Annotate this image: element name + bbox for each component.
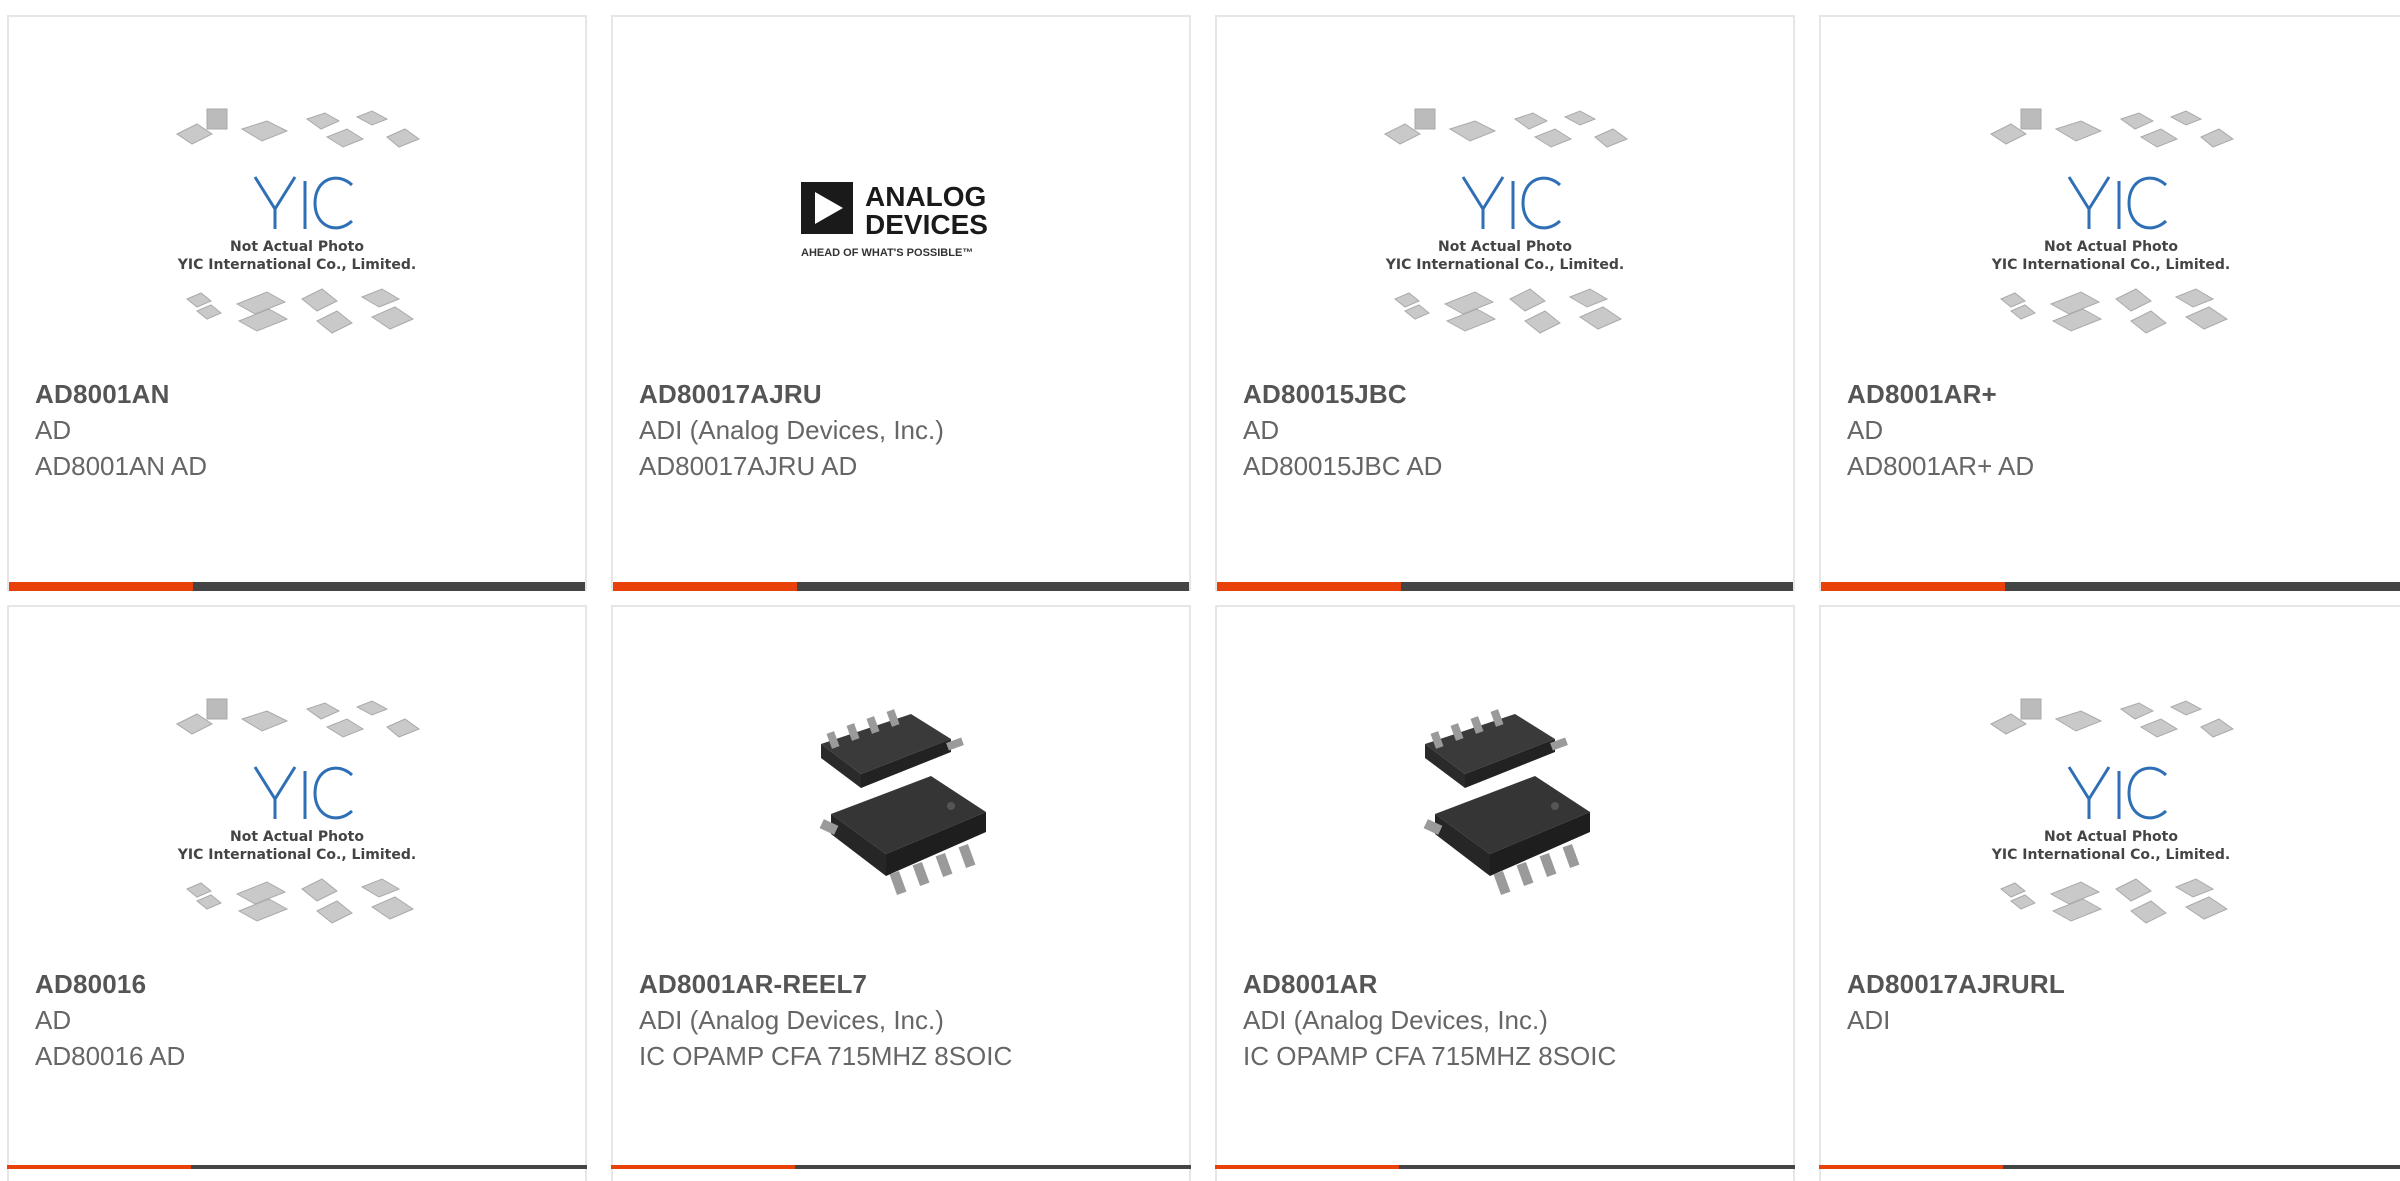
card-bar-accent — [1217, 582, 1401, 591]
part-number[interactable]: AD80016 — [35, 969, 146, 1000]
soic-chip-image — [613, 669, 1189, 949]
product-card[interactable]: Not Actual Photo YIC International Co., … — [1215, 15, 1795, 591]
description: AD8001AN AD — [35, 451, 207, 481]
card-bar — [7, 1165, 587, 1169]
card-bar-accent — [613, 582, 797, 591]
product-card[interactable]: Not Actual Photo YIC International Co., … — [7, 605, 587, 1181]
product-card[interactable]: Not Actual Photo YIC International Co., … — [1819, 15, 2400, 591]
svg-text:YIC International Co., Limited: YIC International Co., Limited. — [1990, 257, 2229, 273]
manufacturer: ADI (Analog Devices, Inc.) — [1243, 1005, 1548, 1035]
card-bar — [1215, 1165, 1795, 1169]
svg-text:AHEAD OF WHAT'S POSSIBLE™: AHEAD OF WHAT'S POSSIBLE™ — [801, 247, 973, 259]
description: IC OPAMP CFA 715MHZ 8SOIC — [1243, 1041, 1617, 1071]
soic-chip-image — [1217, 669, 1793, 949]
placeholder-image: Not Actual Photo YIC International Co., … — [9, 79, 585, 359]
card-bar — [613, 582, 1189, 591]
card-bar — [1821, 582, 2400, 591]
manufacturer: AD — [35, 1005, 72, 1035]
description: AD80017AJRU AD — [639, 451, 858, 481]
product-card[interactable]: Not Actual Photo YIC International Co., … — [7, 15, 587, 591]
placeholder-image: Not Actual Photo YIC International Co., … — [1821, 79, 2400, 359]
svg-text:Not Actual Photo: Not Actual Photo — [230, 829, 364, 845]
description: AD80015JBC AD — [1243, 451, 1443, 481]
part-number[interactable]: AD80017AJRURL — [1847, 969, 2065, 1000]
card-bar-accent — [1819, 1165, 2003, 1169]
svg-text:YIC International Co., Limited: YIC International Co., Limited. — [177, 847, 416, 863]
card-bar-accent — [7, 1165, 191, 1169]
card-bar — [9, 582, 585, 591]
svg-text:Not Actual Photo: Not Actual Photo — [230, 239, 364, 255]
part-number[interactable]: AD80015JBC — [1243, 379, 1407, 410]
card-bar — [611, 1165, 1191, 1169]
card-bar — [1819, 1165, 2400, 1169]
description: AD80016 AD — [35, 1041, 186, 1071]
manufacturer: AD — [35, 415, 72, 445]
part-number[interactable]: AD8001AR+ — [1847, 379, 1997, 410]
placeholder-image: Not Actual Photo YIC International Co., … — [1821, 669, 2400, 949]
manufacturer: AD — [1243, 415, 1280, 445]
manufacturer: ADI (Analog Devices, Inc.) — [639, 1005, 944, 1035]
part-number[interactable]: AD8001AR-REEL7 — [639, 969, 867, 1000]
placeholder-image: Not Actual Photo YIC International Co., … — [1217, 79, 1793, 359]
card-bar-accent — [1821, 582, 2005, 591]
manufacturer: ADI — [1847, 1005, 1891, 1035]
manufacturer: ADI (Analog Devices, Inc.) — [639, 415, 944, 445]
svg-text:Not Actual Photo: Not Actual Photo — [2044, 829, 2178, 845]
product-card[interactable]: AD8001AR ADI (Analog Devices, Inc.) IC O… — [1215, 605, 1795, 1181]
svg-text:Not Actual Photo: Not Actual Photo — [2044, 239, 2178, 255]
svg-text:DEVICES: DEVICES — [865, 209, 988, 240]
card-bar — [1217, 582, 1793, 591]
product-card[interactable]: ANALOG DEVICES AHEAD OF WHAT'S POSSIBLE™… — [611, 15, 1191, 591]
product-card[interactable]: Not Actual Photo YIC International Co., … — [1819, 605, 2400, 1181]
product-card[interactable]: AD8001AR-REEL7 ADI (Analog Devices, Inc.… — [611, 605, 1191, 1181]
svg-text:YIC International Co., Limited: YIC International Co., Limited. — [1385, 257, 1624, 273]
svg-text:Not Actual Photo: Not Actual Photo — [1438, 239, 1572, 255]
description: IC OPAMP CFA 715MHZ 8SOIC — [639, 1041, 1013, 1071]
product-grid: Not Actual Photo YIC International Co., … — [0, 0, 2400, 1181]
card-bar-accent — [1215, 1165, 1399, 1169]
card-bar-accent — [611, 1165, 795, 1169]
analog-devices-logo: ANALOG DEVICES AHEAD OF WHAT'S POSSIBLE™ — [613, 79, 1189, 359]
placeholder-image: Not Actual Photo YIC International Co., … — [9, 669, 585, 949]
svg-text:YIC International Co., Limited: YIC International Co., Limited. — [177, 257, 416, 273]
manufacturer: AD — [1847, 415, 1884, 445]
part-number[interactable]: AD8001AN — [35, 379, 170, 410]
card-bar-accent — [9, 582, 193, 591]
part-number[interactable]: AD8001AR — [1243, 969, 1378, 1000]
svg-text:ANALOG: ANALOG — [865, 181, 986, 212]
description: AD8001AR+ AD — [1847, 451, 2035, 481]
part-number[interactable]: AD80017AJRU — [639, 379, 822, 410]
svg-text:YIC International Co., Limited: YIC International Co., Limited. — [1990, 847, 2229, 863]
